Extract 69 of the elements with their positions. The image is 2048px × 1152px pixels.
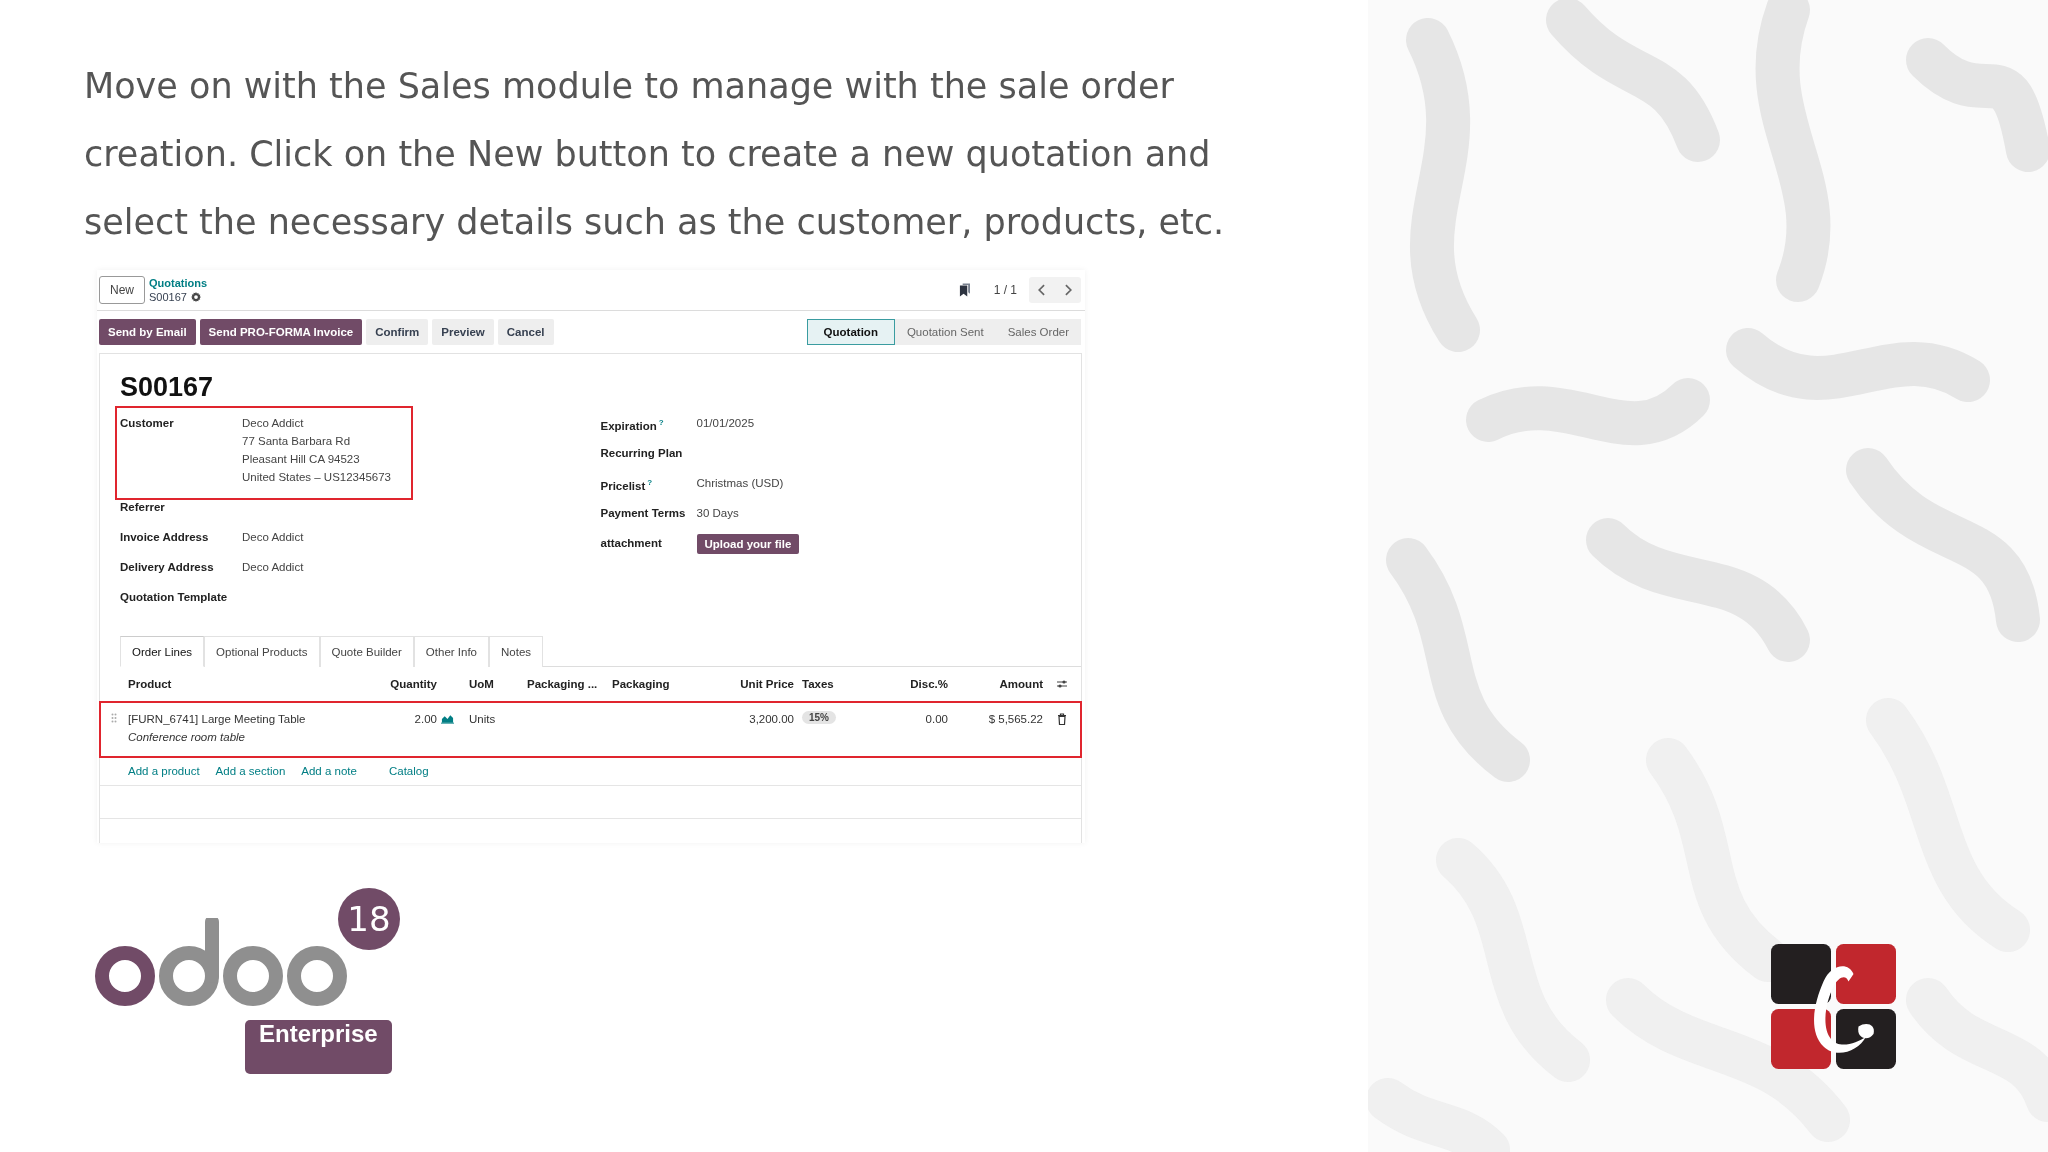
quantity-cell-text: 2.00 xyxy=(414,712,437,727)
status-step[interactable]: Quotation Sent xyxy=(894,319,996,345)
column-settings-icon[interactable] xyxy=(1055,678,1068,690)
column-header[interactable]: Amount xyxy=(999,678,1043,690)
drag-handle-icon[interactable] xyxy=(111,713,117,723)
action-button[interactable]: Preview xyxy=(432,319,494,345)
unit-price-cell-text: 3,200.00 xyxy=(749,712,794,727)
column-header[interactable]: Taxes xyxy=(794,678,878,690)
field-label: Expiration $^{?}$ xyxy=(600,417,665,434)
discount-cell-text: 0.00 xyxy=(925,712,948,727)
field-label: Recurring Plan xyxy=(600,446,684,461)
delete-icon[interactable] xyxy=(1055,713,1068,725)
action-button[interactable]: Send PRO-FORMA Invoice xyxy=(199,319,363,345)
status-step[interactable]: Quotation xyxy=(806,319,895,345)
column-header[interactable]: Packaging ... xyxy=(527,678,612,690)
add-line-link[interactable]: Add a product xyxy=(128,765,200,777)
upload-button[interactable]: Upload your file xyxy=(696,534,800,554)
brand-logo-icon xyxy=(1771,944,1896,1069)
tab[interactable]: Other Info xyxy=(413,636,489,667)
add-line-link[interactable]: Add a note xyxy=(301,765,357,777)
field-label: Referrer xyxy=(120,500,166,515)
tab[interactable]: Notes xyxy=(489,636,544,667)
field-value[interactable]: 01/01/2025 xyxy=(696,414,755,444)
uom-cell-text: Units xyxy=(469,712,497,727)
field-value[interactable]: 77 Santa Barbara Rd xyxy=(242,432,391,450)
area-chart-icon[interactable] xyxy=(441,713,454,724)
field-label: Quotation Template xyxy=(120,590,229,605)
field-label: Pricelist $^{?}$ xyxy=(600,477,654,494)
field-value[interactable]: Pleasant Hill CA 94523 xyxy=(242,450,391,468)
field-value[interactable]: Deco Addict xyxy=(242,414,391,432)
field-value[interactable]: United States – US12345673 xyxy=(242,468,391,486)
product-cell-text: [FURN_6741] Large Meeting Table xyxy=(128,712,307,727)
action-button[interactable]: Send by Email xyxy=(99,319,196,345)
new-button[interactable]: New xyxy=(99,276,145,304)
field-label: Invoice Address xyxy=(120,530,210,545)
column-header[interactable]: Packaging xyxy=(612,678,724,690)
action-button[interactable]: Confirm xyxy=(366,319,429,345)
record-name: S00167 xyxy=(149,290,187,304)
tax-tag: 15% xyxy=(802,711,836,724)
action-button[interactable]: Cancel xyxy=(497,319,554,345)
settings-icon[interactable] xyxy=(190,292,201,302)
field-value[interactable]: Deco Addict xyxy=(242,558,304,576)
field-value[interactable]: 30 Days xyxy=(696,504,739,534)
status-step[interactable]: Sales Order xyxy=(995,319,1081,345)
field-value[interactable]: Deco Addict xyxy=(242,528,304,546)
column-header[interactable]: UoM xyxy=(469,678,527,690)
breadcrumb-link[interactable]: Quotations xyxy=(149,276,208,290)
product-description: Conference room table xyxy=(128,730,246,745)
amount-cell-text: $ 5,565.22 xyxy=(988,712,1043,727)
column-header[interactable]: Quantity xyxy=(390,678,437,690)
column-header[interactable]: Disc.% xyxy=(910,678,948,690)
record-title: S00167 xyxy=(120,372,215,402)
tab[interactable]: Optional Products xyxy=(204,636,320,667)
field-label: Delivery Address xyxy=(120,560,215,575)
field-value[interactable]: Christmas (USD) xyxy=(696,474,784,504)
version-badge: 18 xyxy=(338,888,400,950)
pager-text: 1 / 1 xyxy=(993,283,1017,297)
column-header[interactable]: Product xyxy=(128,678,378,690)
tab[interactable]: Order Lines xyxy=(120,636,205,667)
add-line-link[interactable]: Add a section xyxy=(215,765,286,777)
tab[interactable]: Quote Builder xyxy=(319,636,414,667)
field-label: attachment xyxy=(600,536,663,551)
field-label: Customer xyxy=(120,416,175,431)
bookmark-icon[interactable] xyxy=(958,283,970,297)
instruction-text: Move on with the Sales module to manage with the sale order creation. Click on the New button to create a new quotation and select the necessary details such as the customer, products, etc. xyxy=(84,65,1226,244)
edition-badge: Enterprise xyxy=(245,1020,392,1074)
field-label: Payment Terms xyxy=(600,506,687,521)
add-line-link[interactable]: Catalog xyxy=(388,765,429,777)
column-header[interactable]: Unit Price xyxy=(740,678,794,690)
